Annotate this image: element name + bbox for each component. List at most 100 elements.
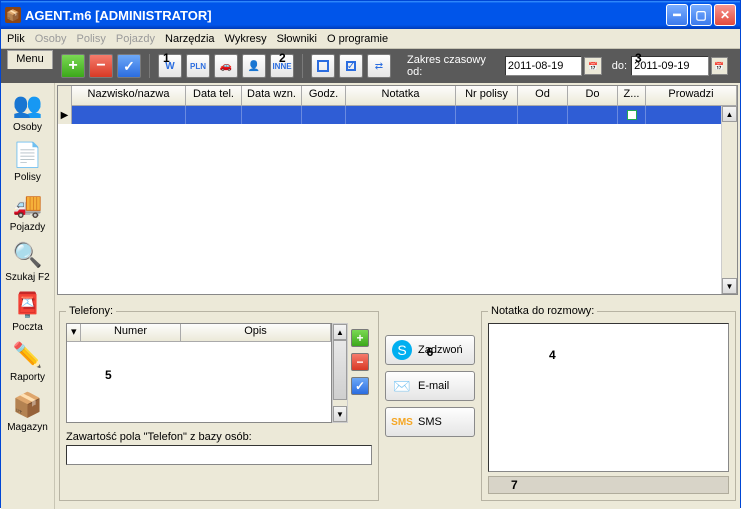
col-datawzn[interactable]: Data wzn. — [242, 86, 302, 105]
date-to-input[interactable]: 2011-09-19 — [631, 56, 708, 76]
scroll-down-icon[interactable]: ▼ — [722, 278, 737, 294]
phone-remove-button[interactable]: − — [351, 353, 369, 371]
remove-button[interactable]: − — [89, 54, 113, 78]
sidebar-item-osoby[interactable]: 👥 Osoby — [4, 87, 52, 135]
col-godz[interactable]: Godz. — [302, 86, 346, 105]
pencil-icon: ✏️ — [12, 339, 44, 371]
maximize-button[interactable]: ▢ — [690, 4, 712, 26]
table-row[interactable]: ▶ — [58, 106, 737, 124]
titlebar: 📦 AGENT.m6 [ADMINISTRATOR] ━ ▢ ✕ — [1, 1, 740, 29]
notatka-legend: Notatka do rozmowy: — [488, 305, 597, 317]
sidebar-label-magazyn: Magazyn — [7, 422, 48, 433]
sidebar-label-raporty: Raporty — [10, 372, 45, 383]
phone-add-button[interactable]: + — [351, 329, 369, 347]
box-icon: 📦 — [12, 389, 44, 421]
sidebar-label-poczta: Poczta — [12, 322, 43, 333]
hint-6: 6 — [427, 345, 434, 359]
col-nazwisko[interactable]: Nazwisko/nazwa — [72, 86, 186, 105]
minimize-button[interactable]: ━ — [666, 4, 688, 26]
person-icon: 👤 — [248, 61, 260, 72]
filter-car[interactable]: 🚗 — [214, 54, 238, 78]
date-from-input[interactable]: 2011-08-19 — [505, 56, 582, 76]
sidebar-item-magazyn[interactable]: 📦 Magazyn — [4, 387, 52, 435]
skype-icon: S — [392, 340, 412, 360]
col-opis[interactable]: Opis — [181, 324, 331, 341]
sidebar: 👥 Osoby 📄 Polisy 🚚 Pojazdy 🔍 Szukaj F2 📮… — [1, 83, 55, 509]
range-to-label: do: — [612, 60, 627, 72]
grid-scrollbar[interactable]: ▲ ▼ — [721, 106, 737, 294]
hint-7: 7 — [511, 478, 518, 492]
sidebar-item-pojazdy[interactable]: 🚚 Pojazdy — [4, 187, 52, 235]
phones-grid[interactable]: ▾ Numer Opis 5 — [66, 323, 332, 423]
scroll-up-icon[interactable]: ▲ — [722, 106, 737, 122]
truck-icon: 🚚 — [12, 189, 44, 221]
confirm-button[interactable]: ✓ — [117, 54, 141, 78]
zaw-input[interactable] — [66, 445, 372, 465]
row-checkbox[interactable] — [627, 110, 637, 120]
sidebar-item-raporty[interactable]: ✏️ Raporty — [4, 337, 52, 385]
note-textarea[interactable]: 4 — [488, 323, 729, 472]
col-z[interactable]: Z... — [618, 86, 646, 105]
document-icon: 📄 — [12, 139, 44, 171]
envelope-icon: ✉️ — [392, 376, 412, 396]
note-status: 7 — [488, 476, 729, 494]
mail-icon: 📮 — [12, 289, 44, 321]
scroll-up-icon[interactable]: ▲ — [333, 324, 347, 340]
sidebar-item-poczta[interactable]: 📮 Poczta — [4, 287, 52, 335]
email-button[interactable]: ✉️ E-mail — [385, 371, 475, 401]
menubar: Plik Osoby Polisy Pojazdy Narzędzia Wykr… — [1, 29, 740, 49]
col-od[interactable]: Od — [518, 86, 568, 105]
notatka-group: Notatka do rozmowy: 4 7 — [481, 305, 736, 501]
telefony-legend: Telefony: — [66, 305, 116, 317]
filter-person[interactable]: 👤 — [242, 54, 266, 78]
scroll-down-icon[interactable]: ▼ — [333, 406, 347, 422]
col-datatel[interactable]: Data tel. — [186, 86, 242, 105]
people-icon: 👥 — [12, 89, 44, 121]
sms-button[interactable]: SMS SMS — [385, 407, 475, 437]
date-to-picker[interactable]: 📅 — [711, 57, 728, 75]
hint-1: 1 — [163, 51, 170, 65]
hint-3: 3 — [635, 51, 642, 65]
filter-pln[interactable]: PLN — [186, 54, 210, 78]
menu-narzedzia[interactable]: Narzędzia — [165, 33, 215, 45]
sidebar-label-polisy: Polisy — [14, 172, 41, 183]
sidebar-label-szukaj: Szukaj F2 — [5, 272, 49, 283]
menu-osoby: Osoby — [35, 33, 67, 45]
sidebar-label-osoby: Osoby — [13, 122, 42, 133]
phone-confirm-button[interactable]: ✓ — [351, 377, 369, 395]
zaw-label: Zawartość pola "Telefon" z bazy osób: — [66, 431, 372, 443]
filter-w[interactable]: W — [158, 54, 182, 78]
sidebar-label-pojazdy: Pojazdy — [10, 222, 46, 233]
sms-icon: SMS — [392, 412, 412, 432]
mode-square[interactable] — [311, 54, 335, 78]
col-do[interactable]: Do — [568, 86, 618, 105]
toolbar: + − ✓ W PLN 🚗 👤 INNE ✓ ⇄ Zakres czasowy … — [1, 49, 740, 83]
col-notatka[interactable]: Notatka — [346, 86, 456, 105]
menu-tab[interactable]: Menu — [7, 50, 53, 69]
col-prowadzi[interactable]: Prowadzi — [646, 86, 737, 105]
phones-scrollbar[interactable]: ▲ ▼ — [332, 323, 348, 423]
app-icon: 📦 — [5, 7, 21, 23]
car-icon: 🚗 — [220, 61, 232, 72]
main-grid[interactable]: Nazwisko/nazwa Data tel. Data wzn. Godz.… — [57, 85, 738, 295]
col-nrpolisy[interactable]: Nr polisy — [456, 86, 518, 105]
telefony-group: Telefony: ▾ Numer Opis 5 — [59, 305, 379, 501]
swap-icon: ⇄ — [375, 61, 383, 72]
menu-wykresy[interactable]: Wykresy — [225, 33, 267, 45]
mode-check[interactable]: ✓ — [339, 54, 363, 78]
add-button[interactable]: + — [61, 54, 85, 78]
menu-oprogramie[interactable]: O programie — [327, 33, 388, 45]
date-from-picker[interactable]: 📅 — [584, 57, 601, 75]
menu-polisy: Polisy — [77, 33, 106, 45]
search-icon: 🔍 — [12, 239, 44, 271]
sidebar-item-szukaj[interactable]: 🔍 Szukaj F2 — [4, 237, 52, 285]
sidebar-item-polisy[interactable]: 📄 Polisy — [4, 137, 52, 185]
window-title: AGENT.m6 [ADMINISTRATOR] — [25, 8, 666, 23]
range-from-label: Zakres czasowy od: — [407, 54, 501, 78]
menu-plik[interactable]: Plik — [7, 33, 25, 45]
menu-slowniki[interactable]: Słowniki — [277, 33, 317, 45]
col-numer[interactable]: Numer — [81, 324, 181, 341]
mode-swap[interactable]: ⇄ — [367, 54, 391, 78]
close-button[interactable]: ✕ — [714, 4, 736, 26]
hint-4: 4 — [549, 348, 556, 362]
